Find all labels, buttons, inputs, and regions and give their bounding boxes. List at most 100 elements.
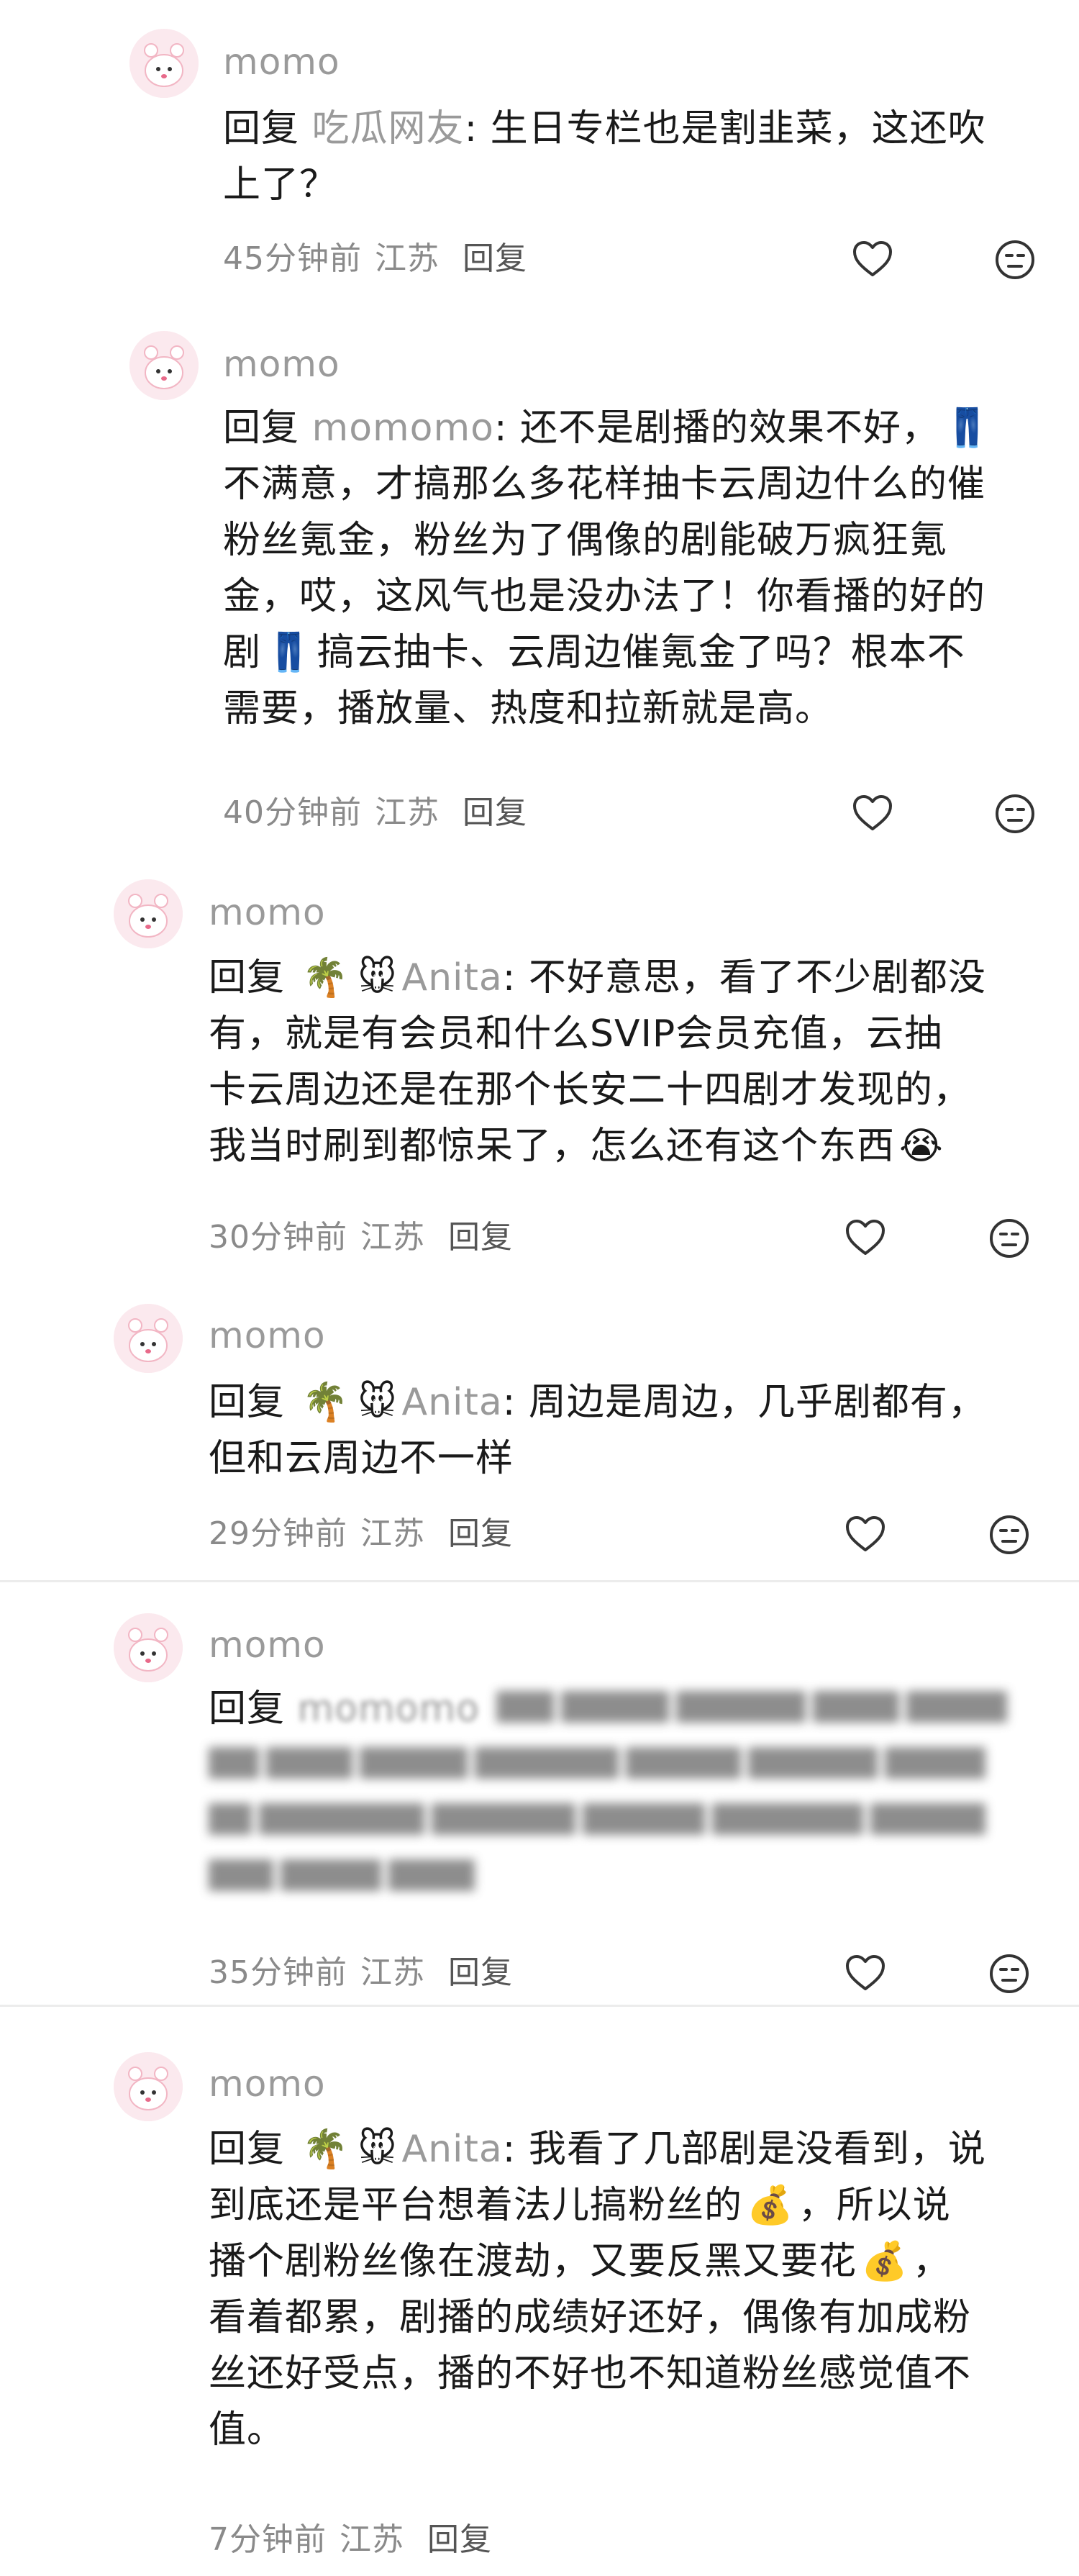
like-icon[interactable] (843, 1951, 888, 1996)
avatar[interactable] (114, 2052, 183, 2121)
jeans-icon: 👖 (265, 631, 313, 674)
avatar-icon (129, 331, 199, 400)
comment-text: 回复 🌴 🐭 Anita: 我看了几部剧是没看到，说 到底还是平台想着法儿搞粉丝的 💰… (209, 2121, 1057, 2458)
redacted-text (209, 1747, 1043, 1782)
comment-line: ， (912, 2240, 951, 2283)
reply-button[interactable]: 回复 (463, 240, 527, 277)
comment-line: 上了？ (223, 163, 338, 207)
comment-meta: 45分钟前 江苏 回复 (223, 239, 540, 279)
comment-line: 金，哎，这风气也是没办法了！你看播的好的 (223, 575, 986, 618)
comment-line: 生日专栏也是割韭菜，这还吹 (490, 107, 986, 150)
comment-line: 值。 (209, 2408, 286, 2452)
avatar-icon (129, 29, 199, 98)
avatar[interactable] (114, 1613, 183, 1682)
reply-target[interactable]: momomo (312, 407, 494, 450)
comment-line: 但和云周边不一样 (209, 1437, 514, 1480)
comment-text: 回复 吃瓜网友: 生日专栏也是割韭菜，这还吹 上了？ (223, 107, 986, 207)
avatar-icon (114, 1304, 183, 1373)
reply-button[interactable]: 回复 (427, 2521, 492, 2558)
comment-line: 到底还是平台想着法儿搞粉丝的 (209, 2184, 743, 2227)
dislike-icon[interactable] (993, 237, 1037, 282)
reply-button[interactable]: 回复 (463, 794, 527, 831)
timestamp: 30分钟前 (209, 1219, 347, 1256)
mouse-icon: 🐭 (358, 1381, 398, 1424)
timestamp: 40分钟前 (223, 794, 362, 831)
comment-line: 看着都累，剧播的成绩好还好，偶像有加成粉 (209, 2296, 972, 2339)
reply-target[interactable]: Anita (402, 2128, 503, 2171)
comment-line: 周边是周边，几乎剧都有， (528, 1381, 986, 1424)
divider (0, 1580, 1079, 1582)
location: 江苏 (360, 1954, 425, 1991)
avatar[interactable] (129, 331, 199, 400)
comment-text: 回复 momomo: 还不是剧播的效果不好， 👖 不满意，才搞那么多花样抽卡云周边… (223, 400, 1057, 737)
dislike-icon[interactable] (987, 1513, 1032, 1557)
reply-target[interactable]: momomo (298, 1687, 480, 1731)
reply-label: 回复 (209, 1381, 286, 1424)
reply-button[interactable]: 回复 (448, 1515, 513, 1552)
reply-button[interactable]: 回复 (448, 1954, 513, 1991)
palm-tree-icon: 🌴 (301, 2128, 350, 2171)
reply-target[interactable]: 吃瓜网友 (312, 107, 465, 150)
divider (0, 2005, 1079, 2007)
mouse-icon: 🐭 (358, 956, 398, 999)
money-bag-icon: 💰 (747, 2184, 794, 2227)
avatar[interactable] (129, 29, 199, 98)
palm-tree-icon: 🌴 (301, 1381, 350, 1424)
reply-label: 回复 (223, 107, 300, 150)
like-icon[interactable] (850, 792, 895, 836)
like-icon[interactable] (850, 237, 895, 282)
comment-meta: 35分钟前 江苏 回复 (209, 1953, 526, 1993)
username[interactable]: momo (209, 1623, 326, 1666)
comment-meta: 29分钟前 江苏 回复 (209, 1514, 526, 1554)
username[interactable]: momo (223, 40, 340, 83)
reply-label: 回复 (209, 1687, 286, 1731)
dislike-icon[interactable] (987, 1951, 1032, 1996)
location: 江苏 (375, 240, 440, 277)
avatar[interactable] (114, 879, 183, 948)
jeans-icon: 👖 (944, 407, 991, 450)
comment-meta: 30分钟前 江苏 回复 (209, 1217, 526, 1258)
dislike-icon[interactable] (987, 1216, 1032, 1261)
reply-target[interactable]: Anita (402, 956, 503, 999)
comment-line: 不满意，才搞那么多花样抽卡云周边什么的催 (223, 463, 986, 506)
reply-label: 回复 (209, 2128, 286, 2171)
dislike-icon[interactable] (993, 792, 1037, 836)
comment-meta: 7分钟前 江苏 回复 (209, 2520, 505, 2560)
username[interactable]: momo (209, 891, 326, 934)
comment-text: 回复 🌴 🐭 Anita: 周边是周边，几乎剧都有， 但和云周边不一样 (209, 1374, 1057, 1487)
comment-line: 我看了几部剧是没看到，说 (528, 2128, 986, 2171)
palm-tree-icon: 🌴 (301, 956, 350, 999)
redacted-text (209, 1859, 640, 1894)
crying-face-icon: 😭 (899, 1125, 944, 1168)
reply-target[interactable]: Anita (402, 1381, 503, 1424)
location: 江苏 (340, 2521, 404, 2558)
username[interactable]: momo (209, 2062, 326, 2105)
location: 江苏 (375, 794, 440, 831)
timestamp: 7分钟前 (209, 2521, 327, 2558)
comment-text: 回复 🌴 🐭 Anita: 不好意思，看了不少剧都没 有，就是有会员和什么SVIP会… (209, 950, 1057, 1174)
timestamp: 29分钟前 (209, 1515, 347, 1552)
comment-line: 卡云周边还是在那个长安二十四剧才发现的， (209, 1069, 972, 1112)
avatar-icon (114, 879, 183, 948)
comment-line: 我当时刷到都惊呆了，怎么还有这个东西 (209, 1125, 896, 1168)
comment-meta: 40分钟前 江苏 回复 (223, 793, 540, 833)
like-icon[interactable] (843, 1216, 888, 1261)
timestamp: 45分钟前 (223, 240, 362, 277)
timestamp: 35分钟前 (209, 1954, 347, 1991)
username[interactable]: momo (223, 343, 340, 386)
location: 江苏 (360, 1219, 425, 1256)
reply-button[interactable]: 回复 (448, 1219, 513, 1256)
redacted-text (209, 1803, 1043, 1838)
avatar-icon (114, 2052, 183, 2121)
comment-line: 有，就是有会员和什么SVIP会员充值，云抽 (209, 1012, 943, 1056)
redacted-text (496, 1691, 1043, 1725)
like-icon[interactable] (843, 1513, 888, 1557)
comment-line: 搞云抽卡、云周边催氪金了吗？根本不 (317, 631, 965, 674)
avatar[interactable] (114, 1304, 183, 1373)
comment-line: 粉丝氪金，粉丝为了偶像的剧能破万疯狂氪 (223, 519, 948, 562)
username[interactable]: momo (209, 1314, 326, 1357)
comment-line: ，所以说 (798, 2184, 951, 2227)
reply-label: 回复 (223, 407, 300, 450)
money-bag-icon: 💰 (861, 2240, 909, 2283)
reply-label: 回复 (209, 956, 286, 999)
